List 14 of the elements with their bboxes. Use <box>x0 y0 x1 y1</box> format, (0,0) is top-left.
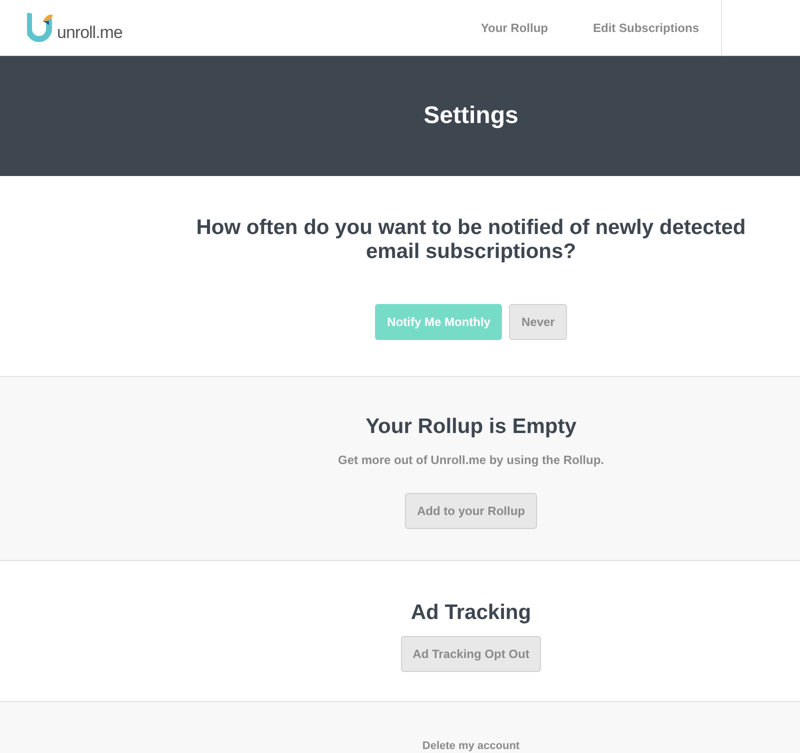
section-heading: Ad Tracking <box>410 601 532 625</box>
add-rollup-button[interactable]: Add to your Rollup <box>405 493 537 529</box>
logo-icon <box>27 12 55 42</box>
section-heading: Your Rollup is Empty <box>366 415 576 439</box>
delete-account-link[interactable]: Delete my account <box>422 740 520 752</box>
section-subtitle: Get more out of Unroll.me by using the Rollup. <box>338 453 604 467</box>
page-title: Settings <box>424 102 518 130</box>
logo-text: unroll.me <box>57 22 122 42</box>
frequency-button[interactable]: Never <box>509 304 567 340</box>
frequency-button[interactable]: Notify Me Monthly <box>375 304 502 340</box>
nav-link[interactable]: Your Rollup <box>480 20 548 34</box>
nav-link[interactable]: Edit Subscriptions <box>592 20 699 34</box>
question-heading: How often do you want to be notified of newly detected email subscriptions? <box>195 216 747 264</box>
opt-out-button[interactable]: Ad Tracking Opt Out <box>400 636 542 672</box>
